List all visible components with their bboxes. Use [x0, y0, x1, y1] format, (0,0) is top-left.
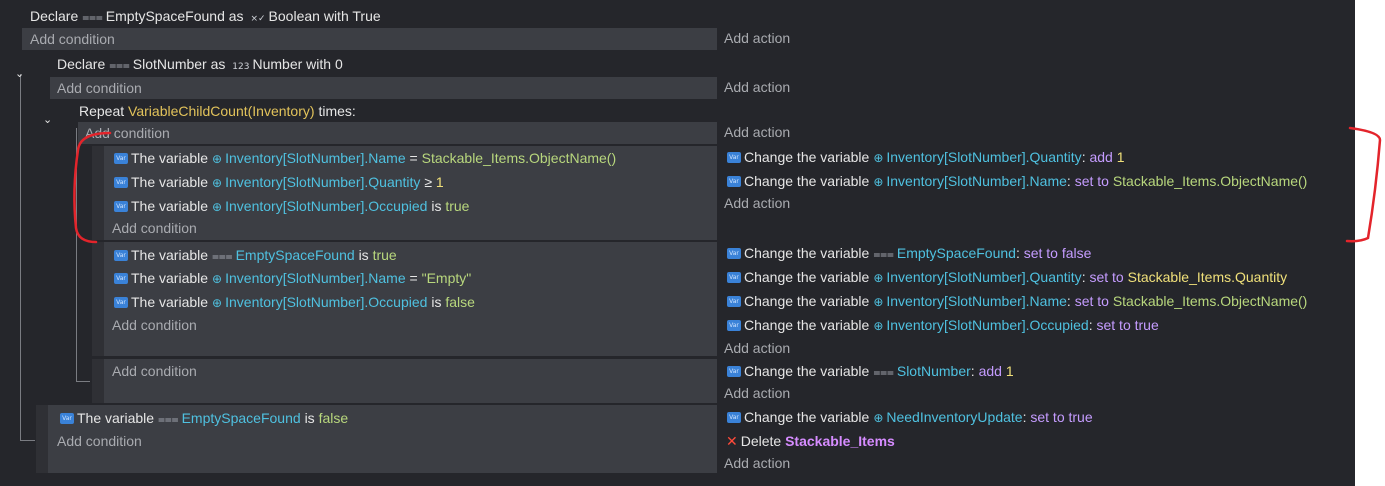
red-annotation-brackets [73, 126, 1382, 244]
event-sheet: ⌄ ⌄ Declare ⩶ EmptySpaceFound as ×✓ Boolean… [0, 0, 1382, 486]
left-bracket-annotation [73, 131, 112, 244]
right-bracket-annotation [1345, 126, 1382, 243]
